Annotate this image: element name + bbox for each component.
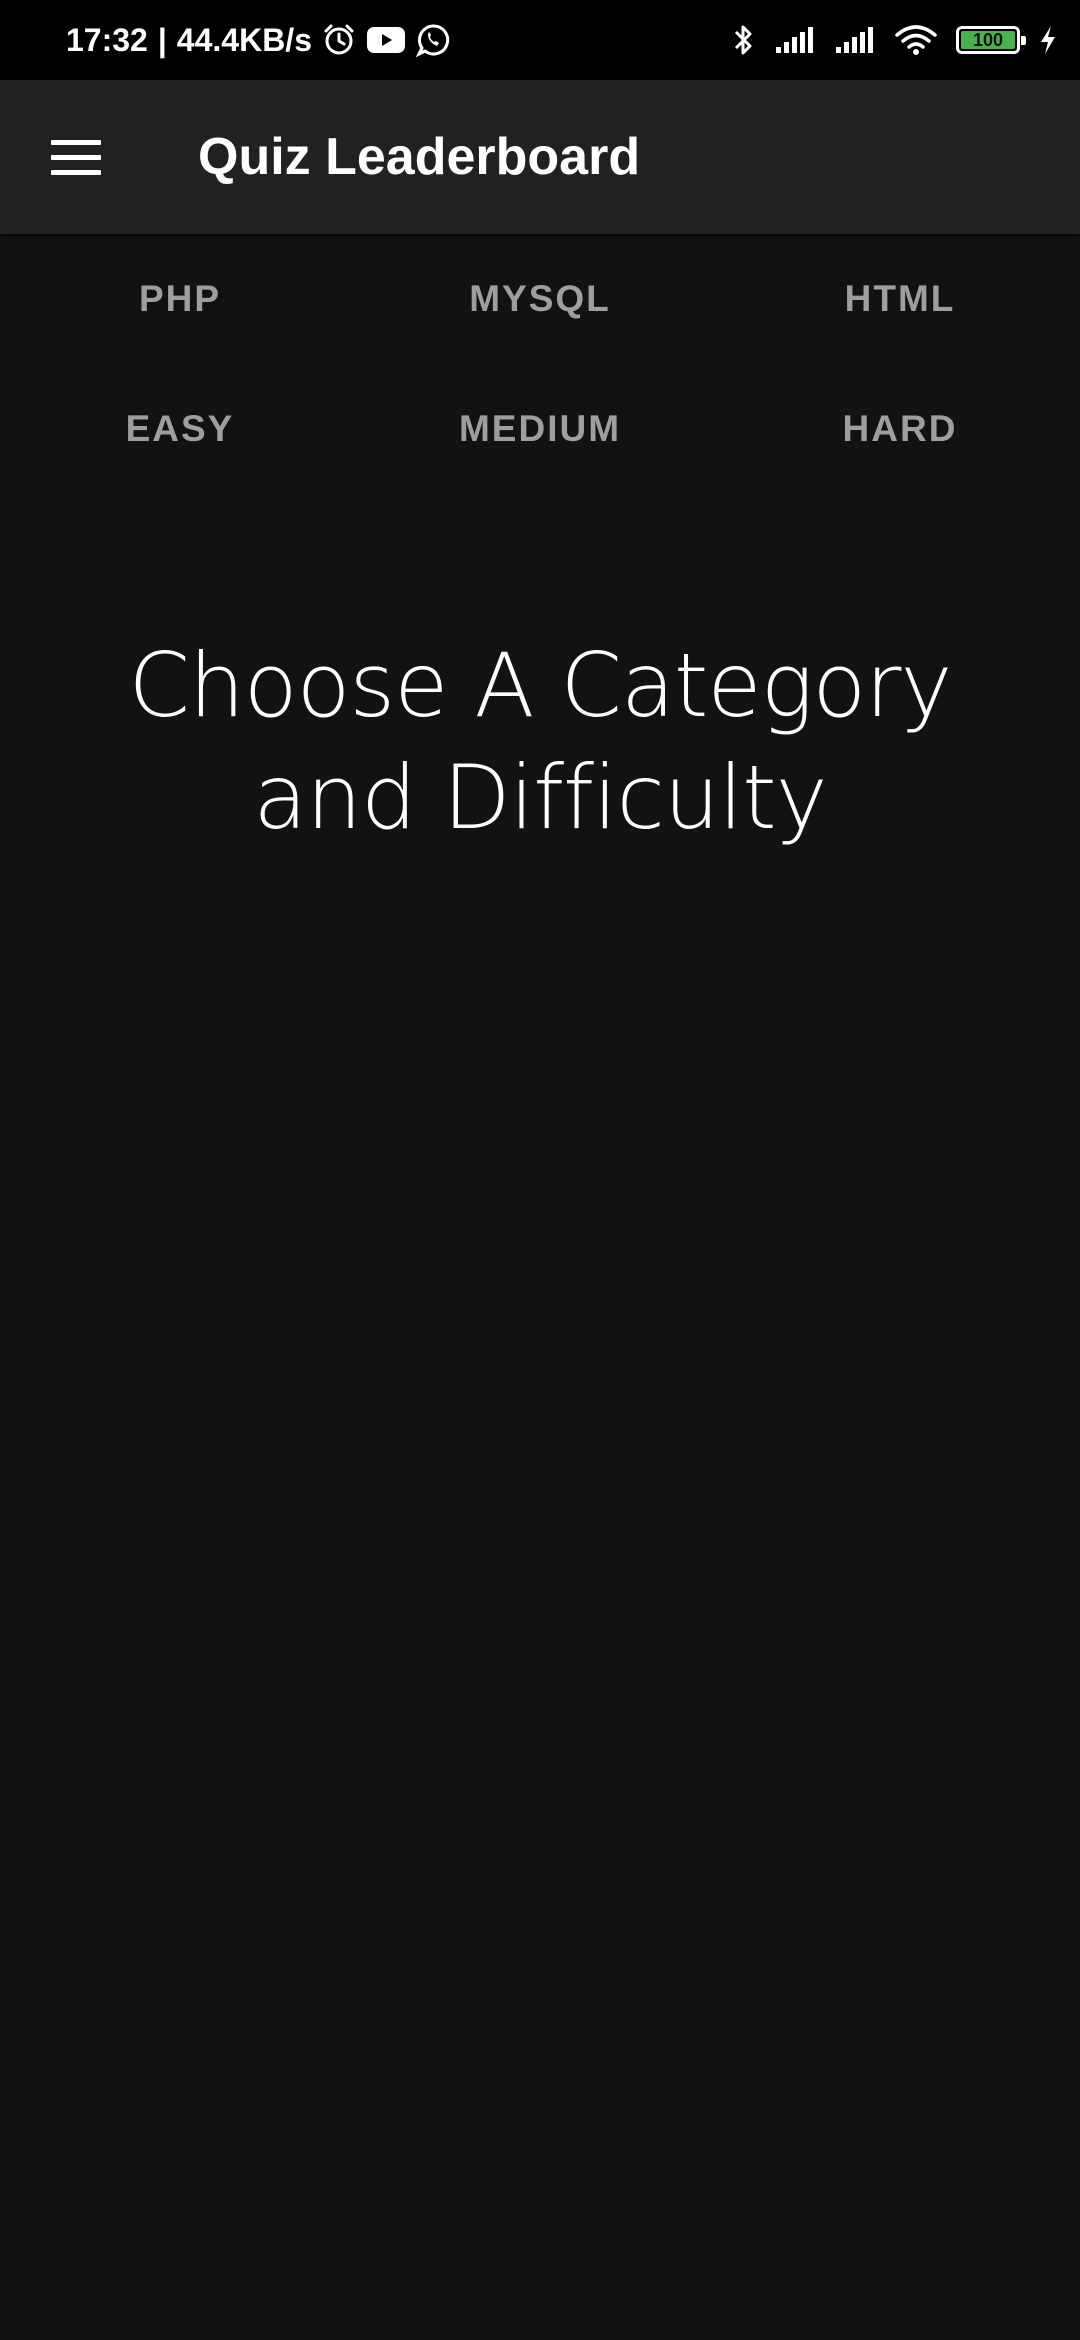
category-button-php[interactable]: PHP (0, 234, 360, 364)
status-separator: | (157, 21, 167, 58)
menu-button[interactable] (44, 127, 108, 187)
difficulty-button-medium[interactable]: MEDIUM (360, 364, 720, 494)
whatsapp-icon (415, 23, 450, 57)
battery-level-text: 100 (972, 29, 1004, 50)
status-bar-left: 17:32 | 44.4KB/s (66, 0, 450, 80)
battery-icon: 100 (956, 26, 1026, 54)
choose-category-prompt: Choose A Category and Difficulty (128, 634, 953, 849)
signal-icon (774, 25, 816, 55)
alarm-icon (322, 23, 356, 57)
wifi-icon (894, 23, 938, 57)
signal-icon (834, 25, 876, 55)
charging-icon (1038, 24, 1058, 56)
difficulty-button-hard[interactable]: HARD (720, 364, 1080, 494)
status-bar-right: 100 (732, 0, 1058, 80)
youtube-icon (366, 25, 406, 55)
status-network-speed: 44.4KB/s (176, 21, 312, 58)
status-time: 17:32 (66, 21, 148, 58)
difficulty-selector: EASY MEDIUM HARD (0, 364, 1080, 494)
category-selector: PHP MYSQL HTML (0, 234, 1080, 364)
hamburger-menu-icon (51, 139, 101, 175)
bluetooth-icon (732, 22, 756, 58)
status-bar: 17:32 | 44.4KB/s 100 (0, 0, 1080, 80)
app-title: Quiz Leaderboard (198, 128, 641, 186)
category-button-html[interactable]: HTML (720, 234, 1080, 364)
battery-tip (1021, 36, 1026, 45)
category-button-mysql[interactable]: MYSQL (360, 234, 720, 364)
difficulty-button-easy[interactable]: EASY (0, 364, 360, 494)
app-bar: Quiz Leaderboard (0, 80, 1080, 234)
quiz-leaderboard-screen: 17:32 | 44.4KB/s 100 Quiz Leaderboard PH… (0, 0, 1080, 2340)
